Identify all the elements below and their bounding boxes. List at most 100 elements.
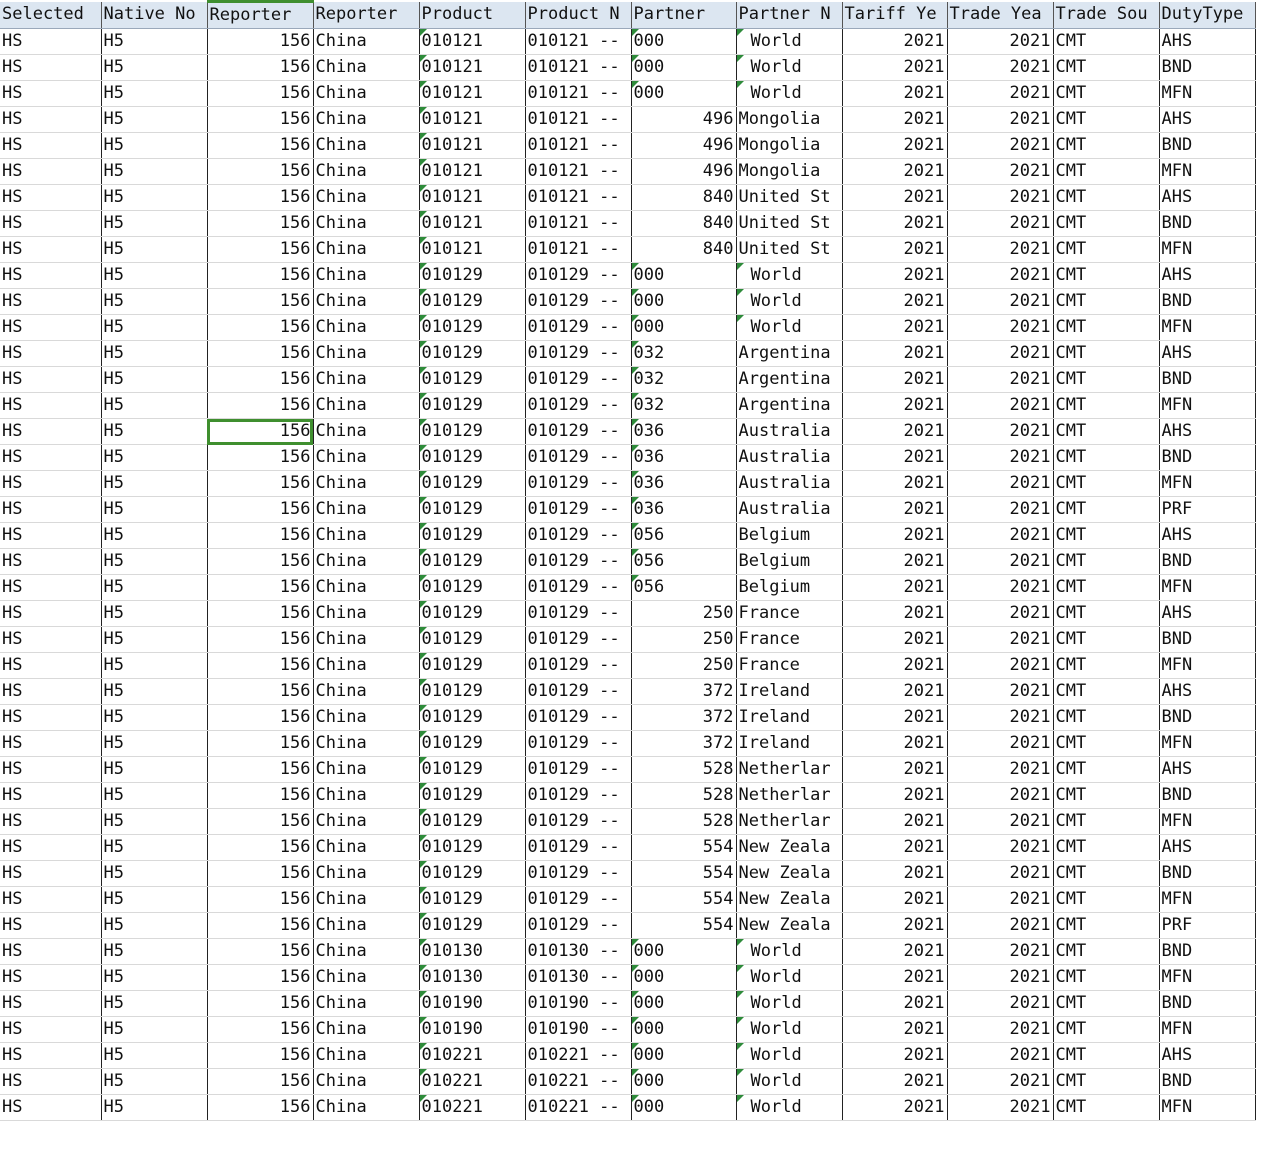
table-cell[interactable]: MFN bbox=[1159, 730, 1256, 757]
table-cell[interactable]: Australia bbox=[736, 470, 843, 497]
table-cell[interactable]: World bbox=[736, 262, 843, 289]
table-cell[interactable]: 010129 bbox=[419, 678, 526, 705]
table-cell[interactable]: 000 bbox=[631, 938, 737, 965]
table-cell[interactable]: China bbox=[313, 314, 420, 341]
table-cell[interactable]: HS bbox=[0, 366, 102, 393]
table-cell[interactable]: 2021 bbox=[947, 808, 1054, 835]
table-cell[interactable]: HS bbox=[0, 990, 102, 1017]
table-cell[interactable]: 010121 -- bbox=[525, 106, 632, 133]
table-cell[interactable]: 2021 bbox=[947, 912, 1054, 939]
table-cell[interactable]: H5 bbox=[101, 938, 208, 965]
table-cell[interactable]: H5 bbox=[101, 28, 208, 55]
table-cell[interactable]: 2021 bbox=[842, 834, 948, 861]
table-cell[interactable]: HS bbox=[0, 1042, 102, 1069]
table-cell[interactable]: 010129 -- bbox=[525, 782, 632, 809]
table-cell[interactable]: HS bbox=[0, 678, 102, 705]
table-cell[interactable]: BND bbox=[1159, 704, 1256, 731]
table-cell[interactable]: 2021 bbox=[947, 782, 1054, 809]
table-cell[interactable]: 2021 bbox=[842, 1068, 948, 1095]
table-cell[interactable]: 2021 bbox=[947, 990, 1054, 1017]
table-cell[interactable]: H5 bbox=[101, 808, 208, 835]
table-cell[interactable]: France bbox=[736, 600, 843, 627]
table-cell[interactable]: CMT bbox=[1053, 288, 1160, 315]
table-cell[interactable]: 2021 bbox=[842, 496, 948, 523]
table-cell[interactable]: 2021 bbox=[842, 704, 948, 731]
table-cell[interactable]: MFN bbox=[1159, 1094, 1256, 1121]
table-cell[interactable]: CMT bbox=[1053, 808, 1160, 835]
table-cell[interactable]: 010129 bbox=[419, 314, 526, 341]
table-cell[interactable]: 156 bbox=[207, 600, 314, 627]
table-cell[interactable]: 010190 -- bbox=[525, 1016, 632, 1043]
table-cell[interactable]: MFN bbox=[1159, 574, 1256, 601]
table-cell[interactable]: 032 bbox=[631, 340, 737, 367]
table-cell[interactable]: 372 bbox=[631, 704, 737, 731]
table-cell[interactable]: 010130 -- bbox=[525, 964, 632, 991]
table-cell[interactable]: 010129 -- bbox=[525, 314, 632, 341]
table-cell[interactable]: 156 bbox=[207, 626, 314, 653]
table-cell[interactable]: 156 bbox=[207, 756, 314, 783]
table-cell[interactable]: 250 bbox=[631, 600, 737, 627]
table-cell[interactable]: 010130 -- bbox=[525, 938, 632, 965]
table-cell[interactable]: AHS bbox=[1159, 340, 1256, 367]
table-cell[interactable]: 156 bbox=[207, 548, 314, 575]
table-cell[interactable]: H5 bbox=[101, 1016, 208, 1043]
table-cell[interactable]: 010121 bbox=[419, 184, 526, 211]
table-cell[interactable]: 010121 -- bbox=[525, 28, 632, 55]
table-cell[interactable]: MFN bbox=[1159, 470, 1256, 497]
table-cell[interactable]: 010129 -- bbox=[525, 470, 632, 497]
table-cell[interactable]: 2021 bbox=[947, 314, 1054, 341]
table-cell[interactable]: 010129 bbox=[419, 886, 526, 913]
table-cell[interactable]: 000 bbox=[631, 54, 737, 81]
table-cell[interactable]: 2021 bbox=[842, 912, 948, 939]
table-cell[interactable]: 010129 -- bbox=[525, 288, 632, 315]
table-cell[interactable]: Ireland bbox=[736, 730, 843, 757]
table-cell[interactable]: CMT bbox=[1053, 782, 1160, 809]
table-cell[interactable]: China bbox=[313, 366, 420, 393]
table-cell[interactable]: MFN bbox=[1159, 314, 1256, 341]
table-cell[interactable]: 010121 bbox=[419, 106, 526, 133]
table-cell[interactable]: World bbox=[736, 990, 843, 1017]
table-cell[interactable]: 2021 bbox=[842, 28, 948, 55]
table-cell[interactable]: H5 bbox=[101, 964, 208, 991]
table-cell[interactable]: PRF bbox=[1159, 496, 1256, 523]
table-cell[interactable]: H5 bbox=[101, 600, 208, 627]
table-cell[interactable]: 010221 -- bbox=[525, 1094, 632, 1121]
table-cell[interactable]: World bbox=[736, 288, 843, 315]
table-cell[interactable]: 010129 -- bbox=[525, 262, 632, 289]
table-cell[interactable]: AHS bbox=[1159, 678, 1256, 705]
table-cell[interactable]: H5 bbox=[101, 210, 208, 237]
table-cell[interactable]: 156 bbox=[207, 80, 314, 107]
table-cell[interactable]: AHS bbox=[1159, 418, 1256, 445]
table-cell[interactable]: 156 bbox=[207, 522, 314, 549]
table-cell[interactable]: Ireland bbox=[736, 704, 843, 731]
table-cell[interactable]: China bbox=[313, 496, 420, 523]
table-cell[interactable]: China bbox=[313, 210, 420, 237]
table-cell[interactable]: H5 bbox=[101, 80, 208, 107]
table-cell[interactable]: China bbox=[313, 808, 420, 835]
table-cell[interactable]: World bbox=[736, 1094, 843, 1121]
table-cell[interactable]: HS bbox=[0, 132, 102, 159]
table-cell[interactable]: 2021 bbox=[947, 964, 1054, 991]
table-cell[interactable]: HS bbox=[0, 808, 102, 835]
table-cell[interactable]: 156 bbox=[207, 106, 314, 133]
table-cell[interactable]: 840 bbox=[631, 184, 737, 211]
table-cell[interactable]: H5 bbox=[101, 444, 208, 471]
table-cell[interactable]: World bbox=[736, 28, 843, 55]
table-cell[interactable]: 840 bbox=[631, 236, 737, 263]
table-cell[interactable]: MFN bbox=[1159, 392, 1256, 419]
table-cell[interactable]: BND bbox=[1159, 860, 1256, 887]
table-cell[interactable]: 554 bbox=[631, 860, 737, 887]
table-cell[interactable]: 036 bbox=[631, 496, 737, 523]
table-cell[interactable]: Belgium bbox=[736, 548, 843, 575]
table-cell[interactable]: 528 bbox=[631, 756, 737, 783]
table-cell[interactable]: 010129 bbox=[419, 574, 526, 601]
table-cell[interactable]: 2021 bbox=[947, 236, 1054, 263]
table-cell[interactable]: 2021 bbox=[947, 1042, 1054, 1069]
table-cell[interactable]: 2021 bbox=[842, 574, 948, 601]
table-cell[interactable]: 554 bbox=[631, 886, 737, 913]
column-header[interactable]: Product N bbox=[525, 1, 632, 29]
table-cell[interactable]: 250 bbox=[631, 652, 737, 679]
table-cell[interactable]: 010129 bbox=[419, 704, 526, 731]
table-cell[interactable]: China bbox=[313, 574, 420, 601]
table-cell[interactable]: 528 bbox=[631, 782, 737, 809]
